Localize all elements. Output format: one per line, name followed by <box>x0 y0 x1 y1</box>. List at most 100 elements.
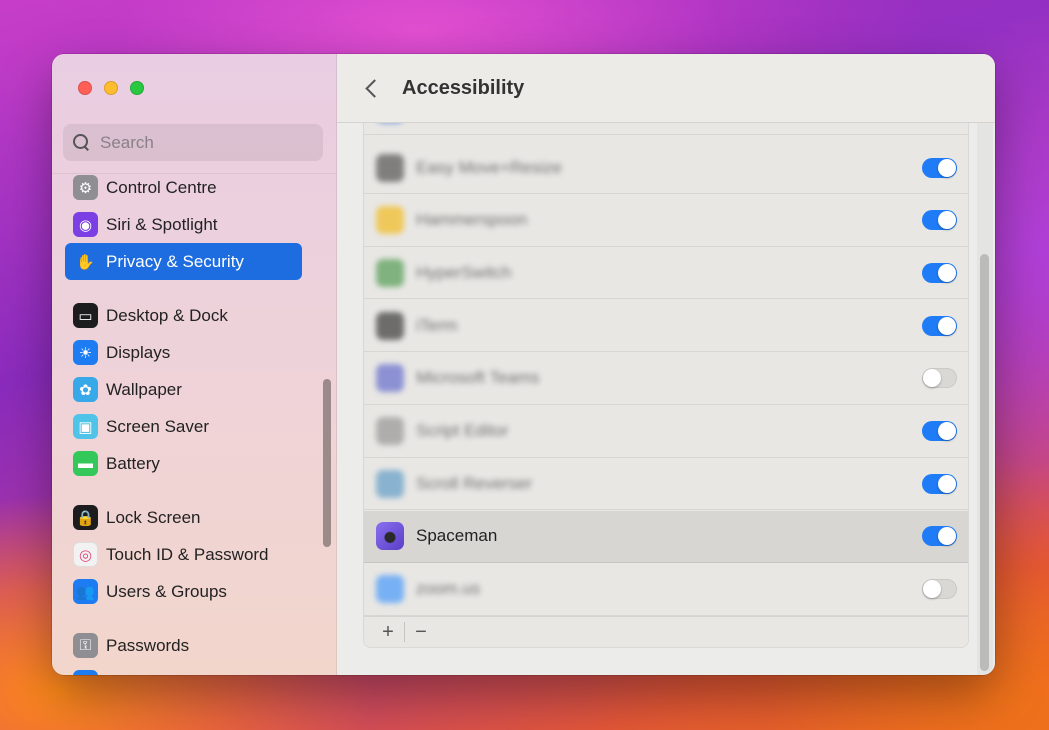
app-name: Script Editor <box>416 421 509 440</box>
sidebar-scrollbar[interactable] <box>323 379 331 547</box>
toggle-knob <box>938 422 956 440</box>
hand-icon: ✋ <box>73 249 98 274</box>
sidebar-item-label: Screen Saver <box>106 416 209 436</box>
flower-icon: ✿ <box>73 377 98 402</box>
permission-toggle[interactable] <box>922 368 957 389</box>
key-icon: ⚿ <box>73 633 98 658</box>
list-item <box>364 123 968 135</box>
app-name: iTerm <box>416 315 458 335</box>
list-item[interactable]: zoom.us <box>364 564 968 616</box>
list-footer: + − <box>364 616 968 647</box>
sidebar-item-battery[interactable]: ▬ Battery <box>65 445 302 482</box>
sidebar-item-label: Wallpaper <box>106 379 182 399</box>
battery-icon: ▬ <box>73 451 98 476</box>
app-icon <box>376 469 404 498</box>
sidebar-item-internet-accounts[interactable]: @ Internet Accounts <box>65 664 302 675</box>
sidebar-item-displays[interactable]: ☀ Displays <box>65 334 302 371</box>
sidebar: ⚙ Control Centre ◉ Siri & Spotlight ✋ Privacy… <box>52 54 337 675</box>
search-field[interactable] <box>63 124 323 161</box>
permission-toggle[interactable] <box>922 473 957 494</box>
sidebar-item-label: Users & Groups <box>106 581 227 601</box>
list-item[interactable]: Easy Move+Resize <box>364 142 968 194</box>
page-title: Accessibility <box>402 76 525 99</box>
add-app-button[interactable]: + <box>372 620 404 644</box>
sidebar-item-label: Control Centre <box>106 177 217 197</box>
list-item[interactable]: iTerm <box>364 300 968 353</box>
control-centre-icon: ⚙ <box>73 175 98 200</box>
sidebar-item-passwords[interactable]: ⚿ Passwords <box>65 627 302 664</box>
toggle-knob <box>938 158 956 177</box>
remove-app-button[interactable]: − <box>405 620 437 644</box>
app-icon <box>376 417 404 445</box>
app-name: Easy Move+Resize <box>416 157 562 177</box>
permission-toggle[interactable] <box>922 421 957 441</box>
sidebar-item-lock-screen[interactable]: 🔒 Lock Screen <box>65 499 302 536</box>
permission-toggle[interactable] <box>922 210 957 231</box>
app-icon <box>376 364 404 393</box>
app-icon <box>376 311 404 340</box>
permission-toggle[interactable] <box>922 579 957 600</box>
permission-toggle[interactable] <box>922 315 957 336</box>
users-icon: 👥 <box>73 579 98 604</box>
toggle-knob <box>938 316 956 335</box>
search-icon <box>73 134 90 151</box>
sidebar-item-siri-spotlight[interactable]: ◉ Siri & Spotlight <box>65 206 302 243</box>
lock-icon: 🔒 <box>73 505 98 530</box>
app-icon <box>376 522 404 551</box>
sidebar-item-users-groups[interactable]: 👥 Users & Groups <box>65 573 302 610</box>
sidebar-item-label: Privacy & Security <box>106 251 244 271</box>
search-input[interactable] <box>100 132 300 153</box>
siri-icon: ◉ <box>73 212 98 237</box>
app-icon <box>376 575 404 604</box>
list-item[interactable]: Scroll Reverser <box>364 458 968 511</box>
permission-toggle[interactable] <box>922 262 957 283</box>
app-icon <box>376 258 404 287</box>
sidebar-item-label: Displays <box>106 342 171 362</box>
permission-toggle[interactable] <box>922 157 957 178</box>
minimize-window-button[interactable] <box>104 81 118 95</box>
toggle-knob <box>923 369 941 388</box>
sidebar-item-label: Internet Accounts <box>106 673 237 676</box>
sidebar-item-touch-id-password[interactable]: ◎ Touch ID & Password <box>65 536 302 573</box>
permission-toggle[interactable] <box>922 526 957 547</box>
app-name: Microsoft Teams <box>416 368 540 388</box>
app-icon <box>376 153 404 182</box>
list-item[interactable]: HyperSwitch <box>364 247 968 300</box>
sidebar-item-label: Battery <box>106 453 160 473</box>
app-name: Scroll Reverser <box>416 473 533 493</box>
sidebar-item-control-centre[interactable]: ⚙ Control Centre <box>65 169 302 206</box>
sidebar-item-wallpaper[interactable]: ✿ Wallpaper <box>65 371 302 408</box>
main-pane: Accessibility Easy Move+Resize Hammerspoo… <box>337 54 995 675</box>
zoom-window-button[interactable] <box>130 81 144 95</box>
app-name: zoom.us <box>416 579 481 599</box>
back-chevron-icon[interactable] <box>364 78 380 98</box>
main-scrollbar[interactable] <box>980 254 989 671</box>
main-titlebar: Accessibility <box>337 54 995 123</box>
at-icon: @ <box>73 670 98 675</box>
sidebar-item-desktop-dock[interactable]: ▭ Desktop & Dock <box>65 297 302 334</box>
sidebar-item-label: Lock Screen <box>106 507 201 527</box>
app-icon <box>376 206 404 235</box>
screen-saver-icon: ▣ <box>73 414 98 439</box>
sidebar-item-label: Desktop & Dock <box>106 305 228 325</box>
window-controls <box>78 81 144 95</box>
app-name: Spaceman <box>416 526 498 546</box>
sidebar-item-label: Siri & Spotlight <box>106 214 218 234</box>
system-settings-window: ⚙ Control Centre ◉ Siri & Spotlight ✋ Privacy… <box>52 54 995 675</box>
sidebar-item-label: Passwords <box>106 635 190 655</box>
list-item[interactable]: Microsoft Teams <box>364 353 968 405</box>
sidebar-item-privacy-security[interactable]: ✋ Privacy & Security <box>65 243 302 280</box>
list-item[interactable]: Spaceman <box>364 510 968 563</box>
sidebar-item-label: Touch ID & Password <box>106 544 269 564</box>
sidebar-item-screen-saver[interactable]: ▣ Screen Saver <box>65 408 302 445</box>
app-name: Hammerspoon <box>416 210 528 230</box>
toggle-knob <box>923 580 941 599</box>
toggle-knob <box>938 474 956 493</box>
toggle-knob <box>938 527 956 546</box>
list-item[interactable]: Script Editor <box>364 406 968 458</box>
close-window-button[interactable] <box>78 81 92 95</box>
fingerprint-icon: ◎ <box>73 542 98 567</box>
list-item[interactable]: Hammerspoon <box>364 195 968 247</box>
sun-icon: ☀ <box>73 340 98 365</box>
sidebar-list: ⚙ Control Centre ◉ Siri & Spotlight ✋ Privacy… <box>65 169 302 675</box>
